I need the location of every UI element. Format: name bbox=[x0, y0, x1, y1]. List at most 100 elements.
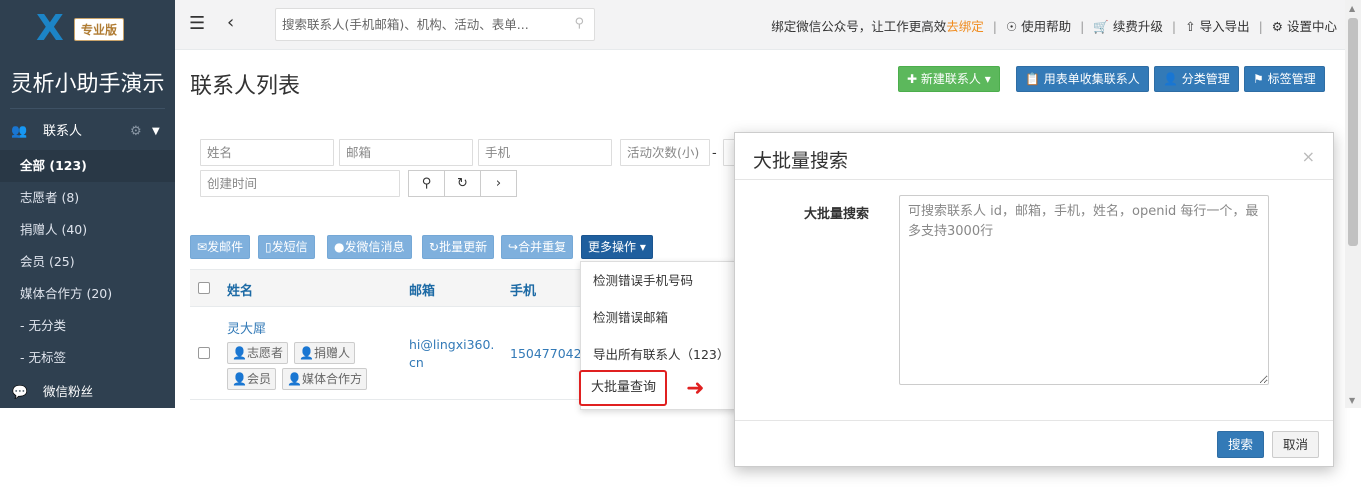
import-export-link[interactable]: 导入导出 bbox=[1200, 19, 1250, 34]
sidebar-item-all[interactable]: 全部 (123) bbox=[0, 150, 175, 182]
sidebar-item-media[interactable]: 媒体合作方 (20) bbox=[0, 278, 175, 310]
cart-icon: 🛒 bbox=[1093, 19, 1109, 34]
bulk-update-label: 批量更新 bbox=[439, 240, 488, 254]
back-arrow-icon[interactable]: ‹ bbox=[227, 12, 234, 33]
select-all-checkbox[interactable] bbox=[198, 282, 210, 294]
modal-cancel-button[interactable]: 取消 bbox=[1272, 431, 1320, 458]
bulk-update-button[interactable]: ↻批量更新 bbox=[422, 235, 495, 259]
more-actions-label: 更多操作 bbox=[588, 240, 637, 254]
modal-footer-divider bbox=[735, 420, 1333, 421]
chevron-right-icon: › bbox=[495, 176, 502, 191]
user-icon: 👤 bbox=[1163, 72, 1178, 86]
top-links: 绑定微信公众号，让工作更高效去绑定 | ☉ 使用帮助 | 🛒 续费升级 | ⇧ … bbox=[771, 16, 1337, 35]
tag-label: 志愿者 bbox=[246, 346, 283, 360]
refresh-icon: ↻ bbox=[457, 176, 468, 191]
users-icon: 👥 bbox=[11, 124, 28, 139]
divider: | bbox=[1171, 19, 1177, 34]
row-checkbox[interactable] bbox=[198, 347, 210, 359]
activity-min-input[interactable] bbox=[620, 139, 710, 166]
search-filter-button[interactable]: ⚲ bbox=[408, 170, 445, 197]
category-manage-label: 分类管理 bbox=[1181, 72, 1230, 86]
search-icon[interactable]: ⚲ bbox=[574, 16, 584, 31]
send-sms-label: 发短信 bbox=[271, 240, 308, 254]
topbar: ☰ ‹ ⚲ 绑定微信公众号，让工作更高效去绑定 | ☉ 使用帮助 | 🛒 续费升… bbox=[175, 0, 1361, 50]
bind-wechat-link[interactable]: 去绑定 bbox=[946, 19, 984, 34]
renew-link[interactable]: 续费升级 bbox=[1113, 19, 1163, 34]
divider: | bbox=[1080, 19, 1085, 34]
edition-badge: 专业版 bbox=[74, 18, 125, 41]
contact-name-link[interactable]: 灵大犀 bbox=[227, 318, 266, 337]
tag-media[interactable]: 👤媒体合作方 bbox=[282, 368, 367, 390]
sidebar-item-untagged[interactable]: - 无标签 bbox=[0, 342, 175, 374]
more-actions-menu: 检测错误手机号码 检测错误邮箱 导出所有联系人（123） 大批量查询 bbox=[579, 261, 741, 410]
wechat-icon: ● bbox=[334, 240, 345, 254]
user-icon: 👤 bbox=[232, 372, 247, 386]
contact-phone-link[interactable]: 15047704260 bbox=[510, 346, 585, 361]
help-icon: ☉ bbox=[1005, 19, 1018, 34]
modal-title: 大批量搜索 bbox=[753, 150, 849, 172]
settings-gear-icon: ⚙ bbox=[1271, 19, 1283, 34]
sidebar-item-label: 联系人 bbox=[43, 124, 83, 139]
menu-item-check-emails[interactable]: 检测错误邮箱 bbox=[581, 299, 741, 336]
magnifier-icon: ⚲ bbox=[421, 176, 432, 191]
page-scrollbar[interactable]: ▲ ▼ bbox=[1345, 0, 1361, 408]
column-header-phone[interactable]: 手机 bbox=[510, 280, 536, 299]
tag-label: 媒体合作方 bbox=[301, 372, 362, 386]
tag-volunteer[interactable]: 👤志愿者 bbox=[227, 342, 288, 364]
sidebar-item-donors[interactable]: 捐赠人 (40) bbox=[0, 214, 175, 246]
scroll-thumb[interactable] bbox=[1348, 18, 1358, 246]
tag-donor[interactable]: 👤捐赠人 bbox=[294, 342, 355, 364]
settings-link[interactable]: 设置中心 bbox=[1287, 19, 1337, 34]
modal-header: 大批量搜索 × bbox=[735, 133, 1333, 180]
merge-duplicates-button[interactable]: ↪合并重复 bbox=[501, 235, 574, 259]
sidebar-item-volunteers[interactable]: 志愿者 (8) bbox=[0, 182, 175, 214]
form-collect-label: 用表单收集联系人 bbox=[1043, 72, 1140, 86]
send-mail-label: 发邮件 bbox=[207, 240, 244, 254]
help-link[interactable]: 使用帮助 bbox=[1021, 19, 1071, 34]
created-time-input[interactable] bbox=[200, 170, 400, 197]
send-wechat-button[interactable]: ●发微信消息 bbox=[327, 235, 412, 259]
menu-toggle-icon[interactable]: ☰ bbox=[189, 13, 205, 34]
clipboard-icon: 📋 bbox=[1025, 72, 1040, 86]
bulk-search-modal: 大批量搜索 × 大批量搜索 搜索 取消 bbox=[734, 132, 1334, 467]
bulk-search-textarea[interactable] bbox=[899, 195, 1269, 385]
tag-manage-button[interactable]: ⚑ 标签管理 bbox=[1244, 66, 1325, 92]
menu-item-bulk-query[interactable]: 大批量查询 bbox=[579, 370, 667, 406]
upload-icon: ⇧ bbox=[1185, 19, 1196, 34]
new-contact-button[interactable]: ✚ 新建联系人 ▾ bbox=[898, 66, 1000, 92]
gear-icon[interactable]: ⚙ bbox=[130, 116, 142, 148]
refresh-button[interactable]: ↻ bbox=[444, 170, 481, 197]
menu-item-export-all[interactable]: 导出所有联系人（123） bbox=[581, 336, 741, 373]
sidebar-item-contacts[interactable]: 👥 联系人 ⚙ ▼ bbox=[0, 116, 175, 148]
user-icon: 👤 bbox=[287, 372, 302, 386]
sidebar: X 专业版 灵析小助手演示 👥 联系人 ⚙ ▼ 全部 (123) 志愿者 (8)… bbox=[0, 0, 175, 408]
modal-search-button[interactable]: 搜索 bbox=[1217, 431, 1265, 458]
scroll-down-icon[interactable]: ▼ bbox=[1349, 396, 1355, 405]
search-input[interactable] bbox=[282, 9, 562, 40]
advanced-filter-button[interactable]: › bbox=[480, 170, 517, 197]
contact-email-link[interactable]: hi@lingxi360.cn bbox=[409, 336, 499, 372]
mail-icon: ✉ bbox=[197, 240, 208, 254]
category-manage-button[interactable]: 👤 分类管理 bbox=[1154, 66, 1239, 92]
close-icon[interactable]: × bbox=[1302, 147, 1315, 166]
sidebar-item-uncategorized[interactable]: - 无分类 bbox=[0, 310, 175, 342]
range-dash: - bbox=[712, 146, 717, 161]
sidebar-item-members[interactable]: 会员 (25) bbox=[0, 246, 175, 278]
bind-wechat-text: 绑定微信公众号，让工作更高效 bbox=[771, 19, 947, 34]
send-mail-button[interactable]: ✉发邮件 bbox=[190, 235, 251, 259]
tag-member[interactable]: 👤会员 bbox=[227, 368, 276, 390]
email-filter-input[interactable] bbox=[339, 139, 473, 166]
name-filter-input[interactable] bbox=[200, 139, 334, 166]
column-header-name[interactable]: 姓名 bbox=[227, 280, 253, 299]
more-actions-button[interactable]: 更多操作 ▾ bbox=[581, 235, 653, 259]
send-sms-button[interactable]: ▯发短信 bbox=[258, 235, 315, 259]
phone-filter-input[interactable] bbox=[478, 139, 612, 166]
column-header-email[interactable]: 邮箱 bbox=[409, 280, 435, 299]
sidebar-item-wechat-fans[interactable]: 💬 微信粉丝 bbox=[0, 376, 175, 408]
sidebar-item-label: 微信粉丝 bbox=[43, 384, 94, 399]
form-collect-button[interactable]: 📋 用表单收集联系人 bbox=[1016, 66, 1149, 92]
chevron-down-icon[interactable]: ▼ bbox=[152, 116, 160, 148]
scroll-up-icon[interactable]: ▲ bbox=[1349, 4, 1355, 13]
menu-item-check-phones[interactable]: 检测错误手机号码 bbox=[581, 262, 741, 299]
plus-icon: ✚ bbox=[907, 72, 918, 86]
